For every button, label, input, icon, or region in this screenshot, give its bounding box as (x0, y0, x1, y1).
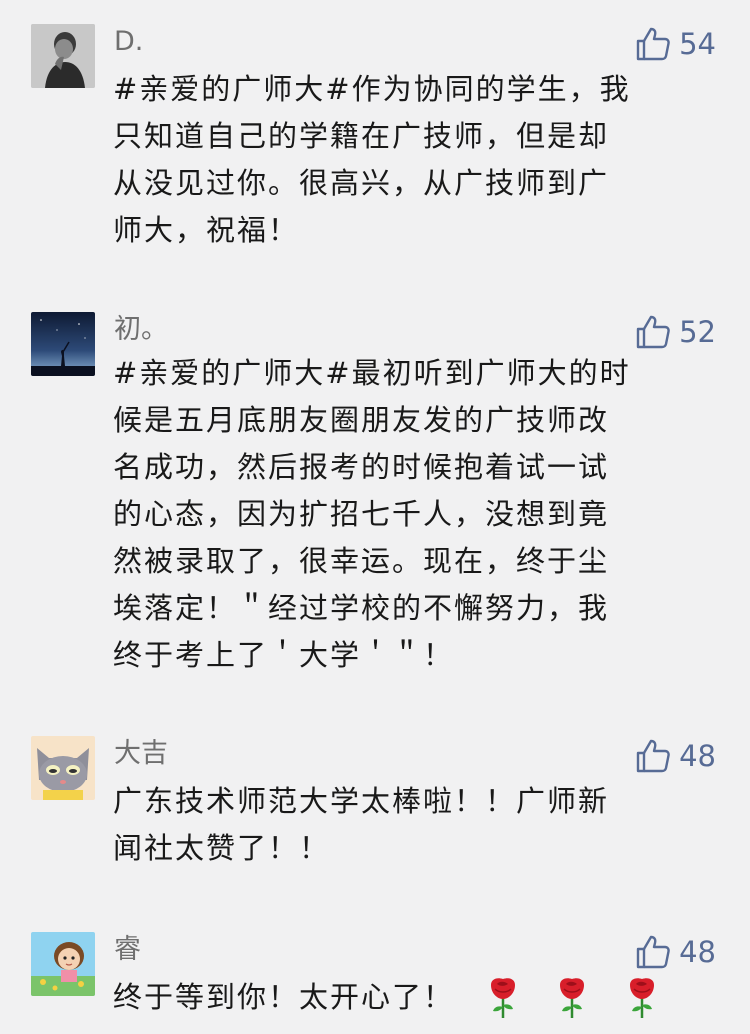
comment-line: 的心态，因为扩招七千人，没想到竟 (113, 497, 610, 531)
comment-line: 只知道自己的学籍在广技师，但是却 (113, 119, 610, 153)
avatar[interactable] (31, 312, 95, 376)
rose-emoji-group (465, 975, 661, 1023)
comment-line: 终于等到你！太开心了！ (113, 974, 713, 1023)
like-count: 48 (679, 739, 716, 773)
like-button[interactable]: 48 (635, 932, 716, 972)
comment-text: #亲爱的广师大#作为协同的学生，我 只知道自己的学籍在广技师，但是却 从没见过你… (113, 66, 713, 254)
like-button[interactable]: 52 (635, 312, 716, 352)
comment-line: 埃落定！＂经过学校的不懈努力，我 (113, 591, 610, 625)
thumbs-up-icon (635, 738, 671, 774)
rose-emoji (483, 975, 523, 1019)
comment-author[interactable]: 睿 (114, 930, 141, 970)
like-count: 54 (679, 27, 716, 61)
avatar[interactable] (31, 24, 95, 88)
rose-emoji (622, 975, 662, 1019)
comment-author[interactable]: 初。 (114, 310, 168, 350)
comment-author[interactable]: 大吉 (114, 734, 168, 774)
comment-text: #亲爱的广师大#最初听到广师大的时 候是五月底朋友圈朋友发的广技师改 名成功，然… (113, 350, 713, 679)
comment-line: 然被录取了，很幸运。现在，终于尘 (113, 544, 610, 578)
rose-emoji (552, 975, 592, 1019)
comment-line: 名成功，然后报考的时候抱着试一试 (113, 450, 610, 484)
like-button[interactable]: 48 (635, 736, 716, 776)
thumbs-up-icon (635, 314, 671, 350)
thumbs-up-icon (635, 26, 671, 62)
comment-line: 闻社太赞了！！ (113, 831, 331, 865)
comment-line: 候是五月底朋友圈朋友发的广技师改 (113, 403, 610, 437)
comment-author[interactable]: D. (114, 22, 143, 62)
comment-text: 广东技术师范大学太棒啦！！广师新 闻社太赞了！！ (113, 778, 713, 872)
avatar[interactable] (31, 932, 95, 996)
avatar[interactable] (31, 736, 95, 800)
comment-line: #亲爱的广师大#最初听到广师大的时 (113, 356, 631, 390)
comment-text: 终于等到你！太开心了！ (113, 974, 713, 1023)
comment-line: 广东技术师范大学太棒啦！！广师新 (113, 784, 610, 818)
comment-line: 从没见过你。很高兴，从广技师到广 (113, 166, 610, 200)
like-count: 52 (679, 315, 716, 349)
comment-line: 终于考上了＇大学＇＂！ (113, 638, 455, 672)
comment-line-text: 终于等到你！太开心了！ (113, 980, 455, 1014)
comment-line: #亲爱的广师大#作为协同的学生，我 (113, 72, 631, 106)
like-button[interactable]: 54 (635, 24, 716, 64)
thumbs-up-icon (635, 934, 671, 970)
like-count: 48 (679, 935, 716, 969)
comment-line: 师大，祝福！ (113, 213, 300, 247)
